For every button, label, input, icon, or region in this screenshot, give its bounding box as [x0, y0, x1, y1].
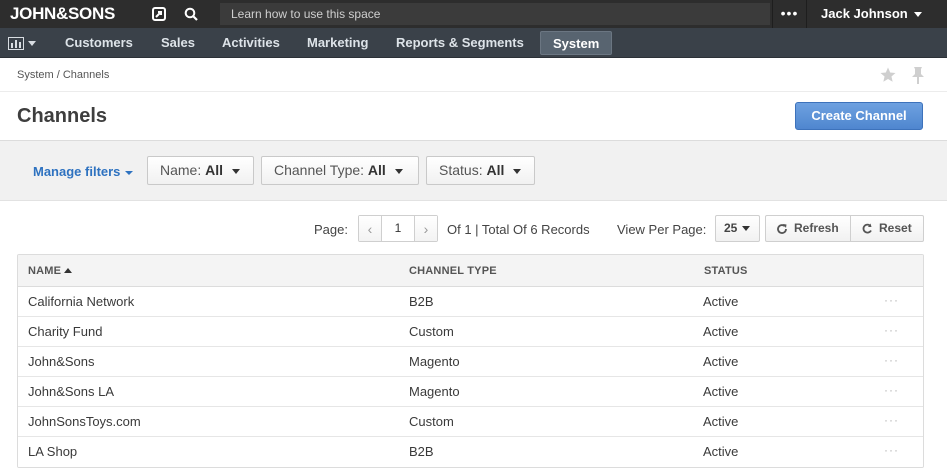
row-actions-button[interactable]: ···	[884, 317, 899, 347]
manage-filters-label: Manage filters	[33, 164, 121, 179]
table-row[interactable]: Charity Fund Custom Active ···	[18, 317, 923, 347]
nav-reports-segments[interactable]: Reports & Segments	[384, 28, 536, 58]
refresh-button[interactable]: Refresh	[765, 215, 851, 242]
reset-button[interactable]: Reset	[851, 215, 924, 242]
filter-channel-type-value: All	[367, 162, 386, 178]
refresh-label: Refresh	[794, 221, 839, 235]
row-actions-button[interactable]: ···	[884, 347, 899, 377]
per-page-select[interactable]: 25	[715, 215, 760, 242]
user-menu[interactable]: Jack Johnson	[806, 0, 947, 28]
per-page-value: 25	[724, 221, 738, 235]
cell-status: Active	[703, 294, 739, 309]
chevron-down-icon	[513, 168, 522, 174]
chevron-down-icon	[232, 168, 241, 174]
record-total: Of 1 | Total Of 6 Records	[447, 222, 590, 237]
table-row[interactable]: John&Sons Magento Active ···	[18, 347, 923, 377]
sort-ascending-icon	[64, 267, 73, 273]
more-menu-button[interactable]: •••	[772, 0, 806, 28]
create-channel-button[interactable]: Create Channel	[795, 102, 923, 130]
reset-icon	[862, 223, 872, 233]
chevron-right-icon: ›	[423, 220, 429, 237]
filter-channel-type-label: Channel Type:	[274, 162, 365, 178]
filter-status-value: All	[486, 162, 505, 178]
share-icon[interactable]	[150, 5, 168, 23]
cell-name: JohnSonsToys.com	[28, 414, 141, 429]
pin-icon[interactable]	[911, 66, 925, 84]
table-row[interactable]: John&Sons LA Magento Active ···	[18, 377, 923, 407]
chevron-left-icon: ‹	[367, 220, 373, 237]
cell-name: John&Sons LA	[28, 384, 115, 399]
row-actions-button[interactable]: ···	[884, 377, 899, 407]
cell-channel-type: Custom	[409, 324, 454, 339]
page-label: Page:	[314, 222, 348, 237]
page-title: Channels	[17, 105, 108, 127]
help-search-field[interactable]: Learn how to use this space	[220, 3, 770, 25]
table-row[interactable]: LA Shop B2B Active ···	[18, 437, 923, 467]
filter-name[interactable]: Name: All	[147, 156, 254, 185]
row-actions-button[interactable]: ···	[884, 287, 899, 317]
app-logo[interactable]: JOHN&SONS	[0, 0, 128, 28]
cell-channel-type: B2B	[409, 294, 434, 309]
dashboard-menu[interactable]	[8, 34, 42, 52]
table-row[interactable]: JohnSonsToys.com Custom Active ···	[18, 407, 923, 437]
chevron-down-icon	[28, 40, 36, 46]
cell-status: Active	[703, 444, 739, 459]
top-bar: JOHN&SONS Learn how to use this space ••…	[0, 0, 947, 28]
main-nav: Customers Sales Activities Marketing Rep…	[0, 28, 947, 58]
cell-name: LA Shop	[28, 444, 78, 459]
cell-status: Active	[703, 324, 739, 339]
top-icons	[150, 0, 200, 28]
column-status[interactable]: Status	[704, 255, 748, 287]
column-name[interactable]: Name	[28, 255, 73, 287]
grid-header: Name Channel Type Status	[18, 255, 923, 287]
cell-channel-type: Magento	[409, 354, 460, 369]
chevron-down-icon	[125, 170, 134, 175]
cell-channel-type: Custom	[409, 414, 454, 429]
cell-status: Active	[703, 414, 739, 429]
chevron-down-icon	[913, 12, 922, 18]
manage-filters-button[interactable]: Manage filters	[33, 164, 134, 179]
filter-status-label: Status:	[439, 162, 483, 178]
nav-sales[interactable]: Sales	[149, 28, 207, 58]
nav-customers[interactable]: Customers	[53, 28, 145, 58]
cell-status: Active	[703, 354, 739, 369]
search-icon[interactable]	[182, 5, 200, 23]
table-row[interactable]: California Network B2B Active ···	[18, 287, 923, 317]
cell-channel-type: Magento	[409, 384, 460, 399]
column-name-label: Name	[28, 265, 62, 277]
breadcrumb: System / Channels	[17, 69, 110, 81]
cell-name: California Network	[28, 294, 135, 309]
breadcrumb-bar: System / Channels	[0, 58, 947, 92]
channels-grid: Name Channel Type Status California Netw…	[17, 254, 924, 468]
reset-label: Reset	[879, 221, 912, 235]
cell-name: Charity Fund	[28, 324, 103, 339]
cell-status: Active	[703, 384, 739, 399]
chevron-down-icon	[394, 168, 403, 174]
next-page-button[interactable]: ›	[415, 216, 437, 241]
pagination: ‹ 1 ›	[358, 215, 438, 242]
nav-activities[interactable]: Activities	[210, 28, 292, 58]
filter-channel-type[interactable]: Channel Type: All	[261, 156, 419, 185]
filter-status[interactable]: Status: All	[426, 156, 535, 185]
filter-name-value: All	[205, 162, 224, 178]
refresh-icon	[777, 223, 787, 234]
dashboard-icon	[8, 36, 24, 50]
cell-name: John&Sons	[28, 354, 95, 369]
user-name: Jack Johnson	[821, 6, 908, 21]
row-actions-button[interactable]: ···	[884, 437, 899, 467]
chevron-down-icon	[742, 226, 751, 232]
filter-name-label: Name:	[160, 162, 202, 178]
per-page-label: View Per Page:	[617, 222, 707, 237]
prev-page-button[interactable]: ‹	[359, 216, 381, 241]
page-header: Channels Create Channel	[0, 92, 947, 141]
cell-channel-type: B2B	[409, 444, 434, 459]
nav-marketing[interactable]: Marketing	[295, 28, 380, 58]
filter-bar: Manage filters Name: All Channel Type: A…	[0, 141, 947, 201]
page-number-input[interactable]: 1	[381, 216, 415, 241]
logo-arrow-decoration	[128, 0, 140, 28]
star-icon[interactable]	[879, 66, 897, 84]
column-channel-type[interactable]: Channel Type	[409, 255, 497, 287]
row-actions-button[interactable]: ···	[884, 407, 899, 437]
nav-system[interactable]: System	[540, 31, 613, 55]
